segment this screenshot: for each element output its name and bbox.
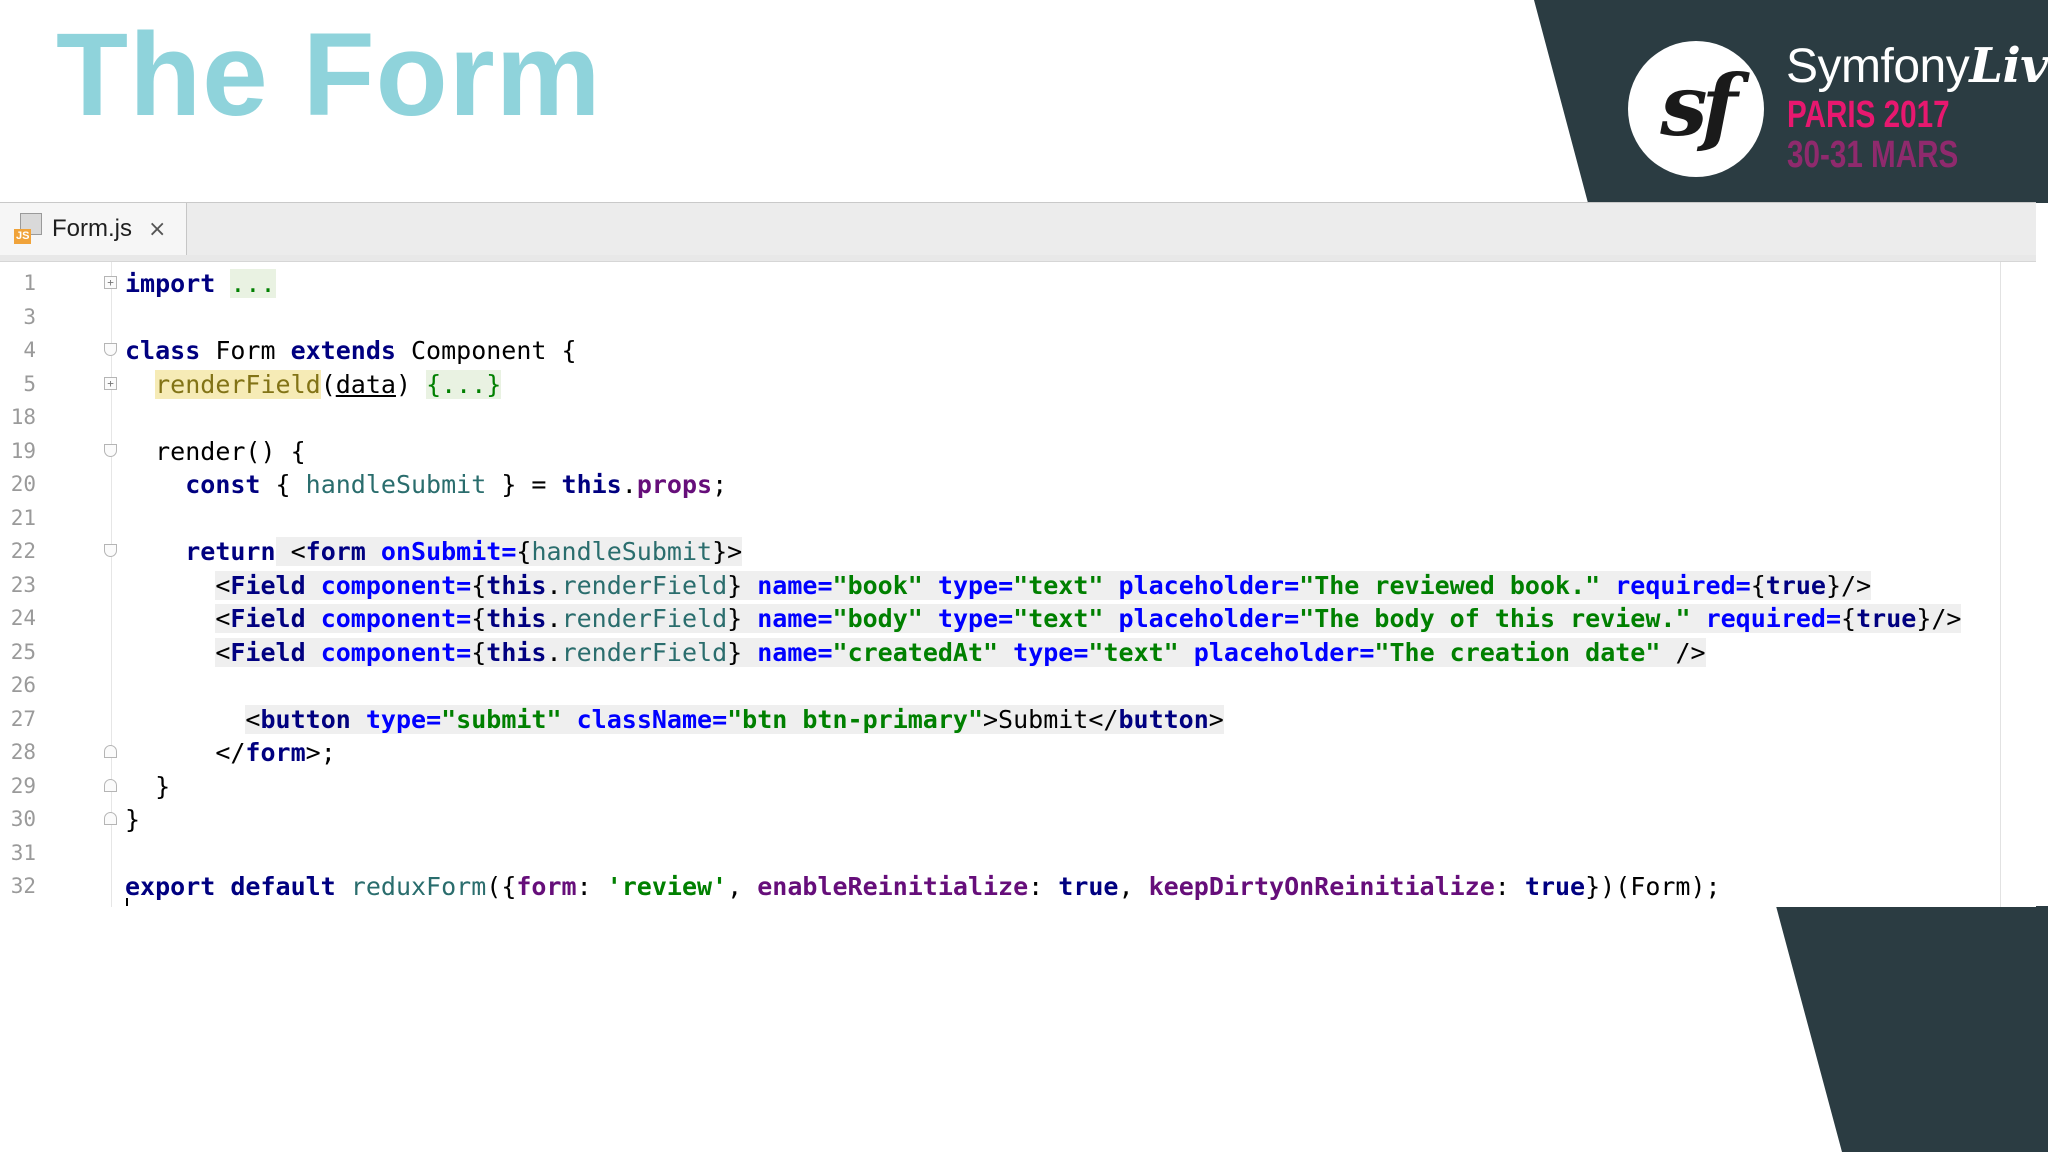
highlighted-method: renderField xyxy=(155,369,321,399)
bottom-right-dark-panel xyxy=(1776,906,2048,1152)
code-text: } xyxy=(155,771,171,801)
folded-region: ... xyxy=(230,269,276,298)
code-text: return <form onSubmit={handleSubmit}> xyxy=(185,537,743,566)
line-number: 30 xyxy=(10,807,36,831)
code-line: 5 + renderField(data) {...} xyxy=(0,368,2036,402)
tab-underline xyxy=(0,255,2036,262)
line-number: 24 xyxy=(10,606,36,630)
code-line: 27 <button type="submit" className="btn … xyxy=(0,703,2036,737)
code-line: 30 } xyxy=(0,803,2036,837)
line-number: 26 xyxy=(10,673,36,697)
slide-title: The Form xyxy=(56,9,602,141)
line-number: 21 xyxy=(10,505,36,530)
code-text: } xyxy=(125,805,141,834)
event-dates: 30-31 MARS xyxy=(1787,134,1959,176)
brand-name: SymfonyLive xyxy=(1786,38,2048,94)
line-number: 31 xyxy=(10,840,36,865)
code-text: renderField(data) {...} xyxy=(155,369,502,399)
code-text: render() { xyxy=(155,436,306,466)
code-editor: JS Form.js × 1 + import ... 3 4 class Fo… xyxy=(0,202,2036,907)
line-number: 28 xyxy=(10,740,36,764)
code-text: <Field component={this.renderField} name… xyxy=(215,570,1872,600)
fold-expand-icon[interactable]: + xyxy=(104,276,117,289)
line-number: 25 xyxy=(10,639,36,664)
code-line: 26 xyxy=(0,669,2036,703)
code-line: 22 return <form onSubmit={handleSubmit}> xyxy=(0,535,2036,569)
fold-collapse-icon[interactable] xyxy=(104,443,117,457)
code-line: 3 xyxy=(0,301,2036,335)
code-text: <button type="submit" className="btn btn… xyxy=(245,704,1224,734)
code-text: export default reduxForm({form: 'review'… xyxy=(125,872,1721,901)
code-line: 32 export default reduxForm({form: 'revi… xyxy=(0,870,2036,904)
close-tab-icon[interactable]: × xyxy=(148,217,166,242)
fold-collapse-icon[interactable] xyxy=(104,343,117,356)
tab-label: Form.js xyxy=(52,215,132,242)
code-line: 18 xyxy=(0,401,2036,435)
fold-end-icon[interactable] xyxy=(104,778,117,792)
line-number: 4 xyxy=(23,338,36,362)
line-number: 5 xyxy=(23,371,36,396)
line-number: 1 xyxy=(23,271,36,295)
code-text: </form>; xyxy=(215,738,336,767)
folded-region: {...} xyxy=(426,369,502,399)
code-text: <Field component={this.renderField} name… xyxy=(215,637,1706,667)
code-text: class Form extends Component { xyxy=(125,336,577,365)
line-number: 19 xyxy=(10,438,36,463)
code-text: import ... xyxy=(125,269,276,298)
line-number: 20 xyxy=(10,472,36,496)
code-line: 31 xyxy=(0,837,2036,871)
line-number: 22 xyxy=(10,539,36,563)
editor-tab-bar: JS Form.js × xyxy=(0,203,2036,256)
event-location-year: PARIS 2017 xyxy=(1787,94,1950,136)
code-line: 24 <Field component={this.renderField} n… xyxy=(0,602,2036,636)
line-number: 27 xyxy=(10,706,36,731)
symfony-logo-icon: sf xyxy=(1628,41,1764,177)
line-number: 23 xyxy=(10,572,36,597)
js-file-icon: JS xyxy=(14,213,42,245)
line-number: 18 xyxy=(10,405,36,429)
code-line: 29 } xyxy=(0,770,2036,804)
fold-end-icon[interactable] xyxy=(104,745,117,758)
fold-end-icon[interactable] xyxy=(104,812,117,825)
fold-collapse-icon[interactable] xyxy=(104,544,117,557)
code-line: 19 render() { xyxy=(0,435,2036,469)
line-number: 32 xyxy=(10,874,36,898)
code-text: <Field component={this.renderField} name… xyxy=(215,604,1962,633)
code-line: 1 + import ... xyxy=(0,267,2036,301)
tab-form-js[interactable]: JS Form.js × xyxy=(0,203,187,255)
line-number: 3 xyxy=(23,304,36,329)
code-text: const { handleSubmit } = this.props; xyxy=(185,470,728,499)
code-line: 20 const { handleSubmit } = this.props; xyxy=(0,468,2036,502)
text-cursor xyxy=(126,898,128,906)
code-line: 23 <Field component={this.renderField} n… xyxy=(0,569,2036,603)
fold-expand-icon[interactable]: + xyxy=(104,376,117,390)
symfony-live-branding: sf SymfonyLive PARIS 2017 30-31 MARS xyxy=(1628,36,2048,186)
line-number: 29 xyxy=(10,773,36,798)
code-line: 28 </form>; xyxy=(0,736,2036,770)
code-line: 21 xyxy=(0,502,2036,536)
code-line: 25 <Field component={this.renderField} n… xyxy=(0,636,2036,670)
code-line: 4 class Form extends Component { xyxy=(0,334,2036,368)
